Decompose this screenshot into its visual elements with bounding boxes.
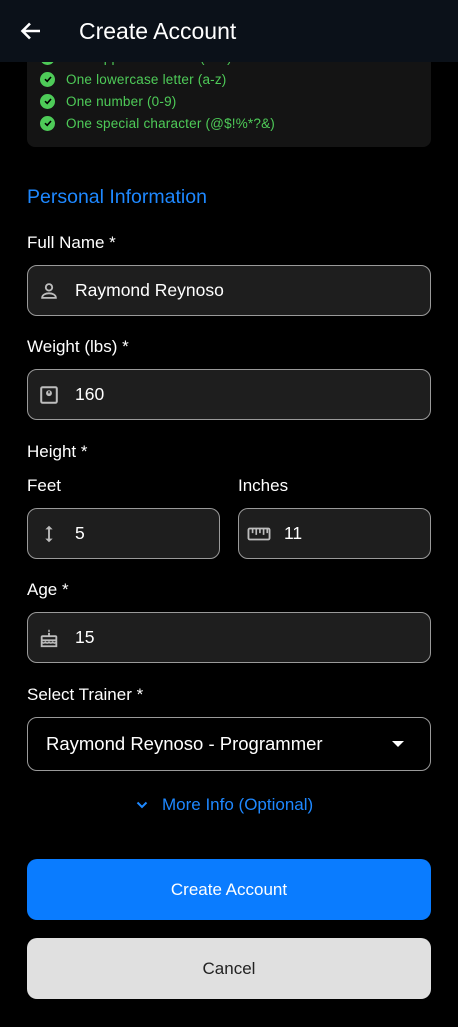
check-circle-icon — [40, 93, 55, 109]
full-name-value: Raymond Reynoso — [75, 280, 224, 300]
requirement-text: One number (0-9) — [66, 93, 177, 109]
age-field[interactable]: 15 — [27, 612, 431, 663]
requirement-lowercase: One lowercase letter (a-z) — [40, 69, 227, 89]
section-title: Personal Information — [27, 186, 207, 208]
more-info-label: More Info (Optional) — [162, 795, 314, 814]
requirement-number: One number (0-9) — [40, 91, 177, 111]
full-name-field[interactable]: Raymond Reynoso — [27, 265, 431, 316]
dropdown-caret-icon — [392, 741, 404, 747]
weight-field[interactable]: 160 — [27, 369, 431, 420]
inches-field[interactable]: 11 — [238, 508, 431, 559]
check-circle-icon — [40, 115, 55, 131]
weight-value: 160 — [75, 384, 105, 404]
trainer-value: Raymond Reynoso - Programmer — [46, 733, 323, 754]
weight-label: Weight (lbs) * — [27, 337, 129, 356]
cancel-button[interactable]: Cancel — [27, 938, 431, 999]
more-info-toggle[interactable]: More Info (Optional) — [135, 795, 313, 815]
create-account-button[interactable]: Create Account — [27, 859, 431, 920]
requirement-special: One special character (@$!%*?&) — [40, 113, 275, 133]
inches-value: 11 — [284, 523, 303, 543]
feet-value: 5 — [75, 523, 85, 543]
vertical-arrows-icon — [37, 522, 61, 546]
ruler-icon — [247, 522, 271, 546]
cake-icon — [37, 626, 61, 650]
feet-label: Feet — [27, 476, 62, 495]
feet-field[interactable]: 5 — [27, 508, 220, 559]
full-name-label: Full Name * — [27, 233, 116, 252]
scale-icon — [37, 383, 61, 407]
page-title: Create Account — [79, 17, 237, 44]
requirement-text: One lowercase letter (a-z) — [66, 71, 227, 87]
height-label: Height * — [27, 442, 88, 461]
chevron-down-icon — [135, 798, 149, 812]
inches-label: Inches — [238, 476, 289, 495]
requirement-text: One special character (@$!%*?&) — [66, 115, 275, 131]
trainer-select[interactable]: Raymond Reynoso - Programmer — [27, 717, 431, 771]
age-label: Age * — [27, 580, 69, 599]
arrow-left-icon[interactable] — [18, 18, 44, 44]
person-icon — [37, 279, 61, 303]
check-circle-icon — [40, 71, 55, 87]
trainer-label: Select Trainer * — [27, 685, 144, 704]
age-value: 15 — [75, 627, 95, 647]
app-bar: Create Account — [0, 0, 458, 62]
